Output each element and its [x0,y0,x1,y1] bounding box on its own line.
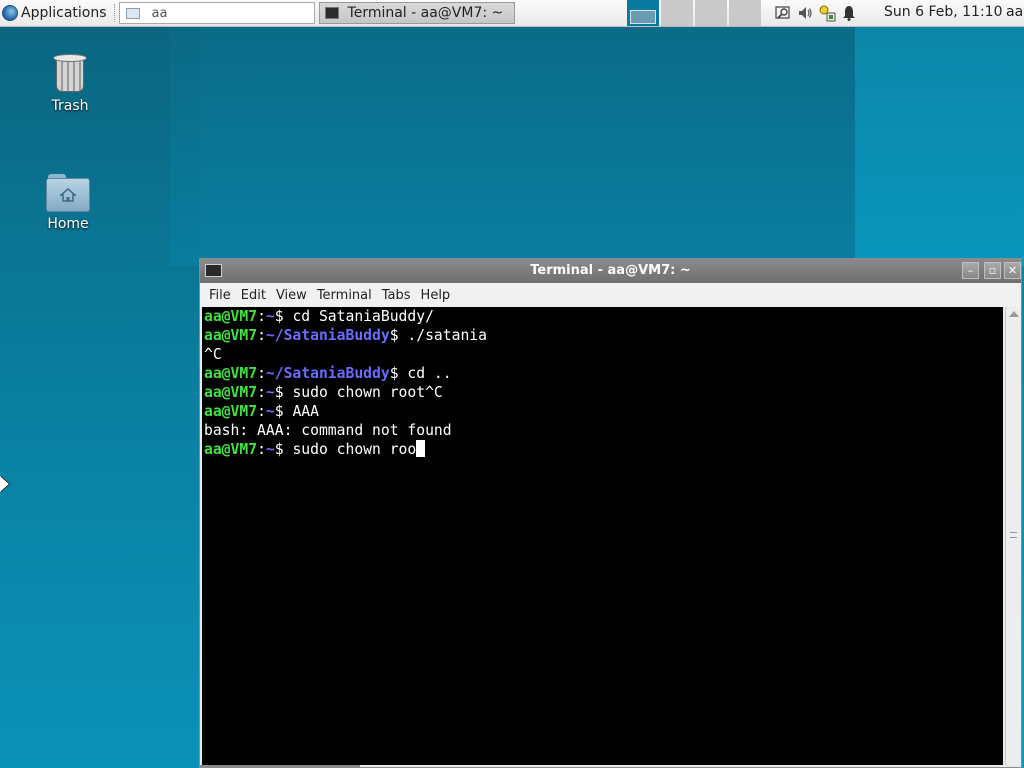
vertical-scrollbar[interactable] [1005,307,1021,765]
prompt-colon: : [257,365,266,382]
command-text: AAA [292,403,319,420]
search-icon[interactable] [772,0,794,26]
workspace-switcher [627,0,763,26]
terminal-line: aa@VM7:~$ sudo chown root^C [204,383,1001,402]
menu-view[interactable]: View [271,288,312,303]
terminal-line: aa@VM7:~$ sudo chown roo [204,440,1001,459]
clock[interactable]: Sun 6 Feb, 11:10 [884,4,1002,20]
terminal-window-icon [324,7,339,19]
terminal-line: aa@VM7:~/SataniaBuddy$ ./satania [204,326,1001,345]
command-output: ^C [204,346,222,363]
terminal-line: bash: AAA: command not found [204,421,1001,440]
prompt-dollar: $ [389,327,408,344]
prompt-dollar: $ [274,384,293,401]
top-panel: Applications aa Terminal - aa@VM7: ~ Sun… [0,0,1024,27]
window-titlebar[interactable]: Terminal - aa@VM7: ~ – ▫ ✕ [200,259,1021,283]
prompt-dollar: $ [389,365,408,382]
taskbar-item-label: aa [151,5,168,21]
window-title: Terminal - aa@VM7: ~ [530,263,691,278]
command-text: cd .. [407,365,452,382]
taskbar-item-label: Terminal - aa@VM7: ~ [347,5,504,21]
volume-icon[interactable] [794,0,816,26]
terminal-line: ^C [204,345,1001,364]
menu-edit[interactable]: Edit [236,288,271,303]
wallpaper-right [855,26,1024,266]
prompt-path: ~ [265,403,275,420]
prompt-path: ~ [265,384,275,401]
desktop-icon-trash[interactable]: Trash [30,52,110,114]
terminal-line: aa@VM7:~/SataniaBuddy$ cd .. [204,364,1001,383]
terminal-output[interactable]: aa@VM7:~$ cd SataniaBuddy/aa@VM7:~/Satan… [202,307,1003,765]
prompt-dollar: $ [274,403,293,420]
applications-menu-button[interactable]: Applications [0,0,111,26]
command-text: sudo chown root^C [292,384,443,401]
text-cursor [416,440,426,457]
menu-help[interactable]: Help [416,288,456,303]
prompt-colon: : [257,384,266,401]
scroll-up-arrow-icon[interactable] [1009,311,1019,317]
terminal-window: Terminal - aa@VM7: ~ – ▫ ✕ File Edit Vie… [199,258,1022,768]
prompt-dollar: $ [274,308,293,325]
taskbar-item-terminal[interactable]: Terminal - aa@VM7: ~ [318,2,515,24]
menu-tabs[interactable]: Tabs [377,288,416,303]
workspace-window-preview [630,10,656,24]
prompt-user-host: aa@VM7 [204,308,258,325]
menu-file[interactable]: File [204,288,236,303]
command-text: cd SataniaBuddy/ [292,308,434,325]
close-button[interactable]: ✕ [1004,262,1021,279]
workspace-4[interactable] [729,0,761,26]
prompt-colon: : [257,327,266,344]
notification-bell-icon[interactable] [838,0,860,26]
desktop-icon-label: Home [47,216,89,232]
taskbar-item-aa[interactable]: aa [118,2,315,24]
minimize-button[interactable]: – [962,262,979,279]
prompt-user-host: aa@VM7 [204,365,258,382]
command-output: bash: AAA: command not found [204,422,452,439]
mouse-pointer-icon [0,476,9,492]
prompt-path: ~/SataniaBuddy [265,365,390,382]
workspace-2[interactable] [661,0,693,26]
home-folder-icon [46,172,90,212]
prompt-user-host: aa@VM7 [204,384,258,401]
network-icon[interactable] [816,0,838,26]
prompt-user-host: aa@VM7 [204,441,258,458]
desktop-icon-label: Trash [51,98,89,114]
folder-window-icon [125,7,140,19]
prompt-colon: : [257,308,266,325]
prompt-path: ~/SataniaBuddy [265,327,390,344]
command-text: ./satania [407,327,487,344]
workspace-1[interactable] [627,0,659,26]
menu-bar: File Edit View Terminal Tabs Help [200,283,1021,307]
panel-separator [113,4,115,22]
command-text: sudo chown roo [292,441,417,458]
window-bottom-edge [200,765,360,767]
wallpaper-center [170,26,860,266]
system-tray [772,0,860,26]
workspace-3[interactable] [695,0,727,26]
prompt-user-host: aa@VM7 [204,403,258,420]
terminal-line: aa@VM7:~$ cd SataniaBuddy/ [204,307,1001,326]
prompt-dollar: $ [274,441,293,458]
prompt-user-host: aa@VM7 [204,327,258,344]
prompt-colon: : [257,403,266,420]
trash-icon [53,52,87,94]
menu-terminal[interactable]: Terminal [312,288,377,303]
user-menu[interactable]: aa [1006,4,1023,20]
prompt-path: ~ [265,308,275,325]
applications-label: Applications [21,5,107,21]
desktop-icon-home[interactable]: Home [28,172,108,232]
prompt-colon: : [257,441,266,458]
maximize-button[interactable]: ▫ [984,262,1001,279]
scrollbar-grip[interactable] [1010,532,1017,538]
prompt-path: ~ [265,441,275,458]
terminal-line: aa@VM7:~$ AAA [204,402,1001,421]
applications-icon [2,5,18,21]
